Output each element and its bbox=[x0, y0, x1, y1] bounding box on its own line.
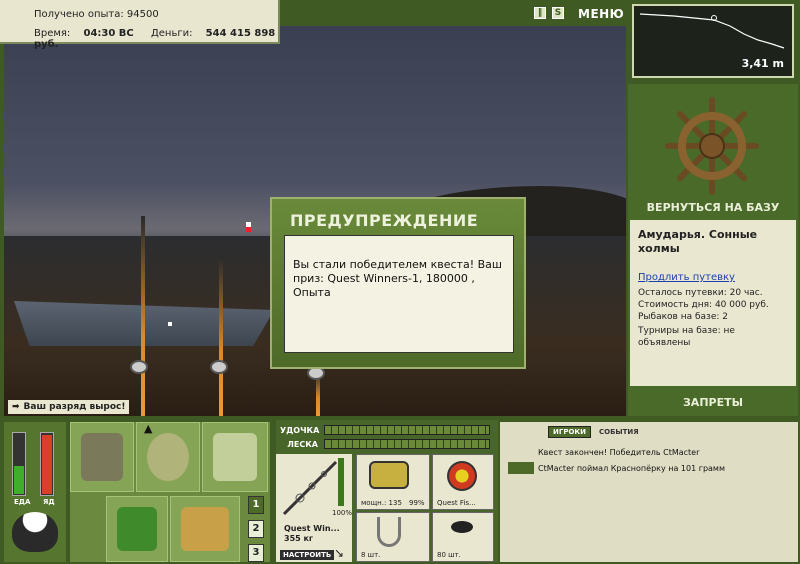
money-label: Деньги: bbox=[150, 28, 193, 39]
experience-row: Получено опыта: 94500 bbox=[34, 9, 159, 20]
experience-value: 94500 bbox=[126, 9, 159, 20]
food-meter-fill bbox=[14, 466, 24, 494]
tackle-panel: УДОЧКА ЛЕСКА 100% Quest Win... 355 кг НА… bbox=[276, 420, 498, 562]
food-basket-slot[interactable] bbox=[106, 496, 168, 562]
dialog-title: ПРЕДУПРЕЖДЕНИЕ bbox=[290, 211, 479, 230]
bait-slot[interactable]: 80 шт. bbox=[432, 512, 494, 562]
arrow-down-right-icon: ↘ bbox=[334, 546, 345, 560]
log-entry-1: Квест закончен! Победитель CtMacter bbox=[538, 448, 700, 457]
tab-players[interactable]: ИГРОКИ bbox=[548, 426, 591, 438]
log-entry-2: CtMacter поймал Краснопёрку на 101 грамм bbox=[538, 464, 725, 473]
reel-1[interactable] bbox=[130, 360, 148, 374]
cursor-arrow-icon: ▲ bbox=[144, 422, 153, 435]
base-name: Амударья. Сонные холмы bbox=[638, 228, 758, 255]
ant-bait-icon bbox=[451, 521, 473, 533]
rank-notice[interactable]: ➡ Ваш разряд вырос! bbox=[8, 400, 130, 414]
rod-icon bbox=[282, 460, 338, 516]
bottom-bar: ЕДА ЯД ▲ 1 2 3 УДОЧКА ЛЕСКА 100% Quest W… bbox=[0, 418, 800, 564]
rod-slot[interactable]: 100% Quest Win... 355 кг НАСТРОИТЬ ↘ bbox=[276, 454, 352, 562]
experience-label: Получено опыта: bbox=[34, 9, 124, 20]
rod-tension-bar bbox=[324, 425, 490, 435]
cauldron-icon[interactable] bbox=[12, 512, 58, 552]
reel-power: мощн.: 135 bbox=[361, 499, 402, 507]
top-controls: ‖ S bbox=[534, 7, 564, 19]
cursor-marker bbox=[168, 322, 172, 326]
base-info-box: Амударья. Сонные холмы Продлить путевку … bbox=[630, 220, 796, 386]
time-label: Время: bbox=[34, 28, 71, 39]
pass-remaining: Осталось путевки: 20 час. bbox=[638, 288, 763, 298]
bans-button[interactable]: ЗАПРЕТЫ bbox=[628, 396, 798, 409]
rod-tension-row: УДОЧКА bbox=[280, 424, 490, 436]
reel-slot[interactable]: мощн.: 135 99% bbox=[356, 454, 430, 510]
bucket-slot[interactable] bbox=[170, 496, 240, 562]
setup-button[interactable]: НАСТРОИТЬ bbox=[280, 550, 335, 560]
bait-count: 80 шт. bbox=[437, 551, 461, 559]
bucket-icon bbox=[181, 507, 229, 551]
pause-icon[interactable]: ‖ bbox=[534, 7, 546, 19]
tackle-box-icon bbox=[81, 433, 123, 481]
reel-icon bbox=[369, 461, 409, 489]
depth-value: 3,41 m bbox=[741, 57, 784, 70]
basket-icon bbox=[117, 507, 157, 551]
arrow-right-icon: ➡ bbox=[12, 402, 20, 412]
food-label: ЕДА bbox=[14, 498, 31, 506]
tournaments-info: Турниры на базе: не объявлены bbox=[638, 326, 735, 348]
tab-events[interactable]: СОБЫТИЯ bbox=[595, 427, 643, 437]
anglers-count: Рыбаков на базе: 2 bbox=[638, 312, 728, 322]
extend-pass-link[interactable]: Продлить путевку bbox=[638, 272, 788, 283]
reel-condition: 99% bbox=[409, 499, 425, 507]
base-panel: ВЕРНУТЬСЯ НА БАЗУ Амударья. Сонные холмы… bbox=[628, 84, 798, 416]
s-icon[interactable]: S bbox=[552, 7, 564, 19]
fishing-rod-1[interactable] bbox=[141, 216, 145, 416]
time-money-row: Время: 04:30 ВС Деньги: 544 415 898 руб. bbox=[34, 28, 278, 50]
hook-icon bbox=[377, 517, 401, 547]
dialog-message: Вы стали победителем квеста! Ваш приз: Q… bbox=[284, 235, 514, 353]
player-info-panel: Получено опыта: 94500 Время: 04:30 ВС Де… bbox=[0, 0, 280, 50]
notepad-icon bbox=[213, 433, 257, 481]
poison-label: ЯД bbox=[43, 498, 55, 506]
hook-count: 8 шт. bbox=[361, 551, 381, 559]
warning-dialog[interactable]: ПРЕДУПРЕЖДЕНИЕ Вы стали победителем квес… bbox=[270, 197, 526, 369]
notes-slot[interactable] bbox=[202, 422, 268, 492]
rod-condition-bar bbox=[338, 458, 344, 506]
poison-meter bbox=[40, 432, 54, 496]
line-tension-bar bbox=[324, 439, 490, 449]
inventory-page-2[interactable]: 2 bbox=[248, 520, 264, 538]
float-bobber bbox=[246, 222, 251, 232]
tackle-box-slot[interactable] bbox=[70, 422, 134, 492]
rod-name: Quest Win... bbox=[284, 524, 340, 533]
rank-message: Ваш разряд вырос! bbox=[23, 402, 126, 412]
poison-meter-fill bbox=[42, 435, 52, 494]
bag-icon bbox=[147, 433, 189, 481]
ship-wheel-icon[interactable] bbox=[664, 96, 760, 196]
depth-panel: 3,41 m bbox=[632, 4, 794, 78]
inventory-page-3[interactable]: 3 bbox=[248, 544, 264, 562]
time-value: 04:30 ВС bbox=[83, 28, 134, 39]
log-tabs: ИГРОКИ СОБЫТИЯ bbox=[548, 426, 643, 438]
line-label: ЛЕСКА bbox=[287, 439, 318, 449]
hook-slot[interactable]: 8 шт. bbox=[356, 512, 430, 562]
fish-icon bbox=[508, 462, 534, 474]
inventory-panel: ▲ bbox=[70, 422, 270, 562]
rod-label: УДОЧКА bbox=[280, 425, 320, 435]
inventory-page-1[interactable]: 1 bbox=[248, 496, 264, 514]
line-tension-row: ЛЕСКА bbox=[280, 438, 490, 450]
day-cost: Стоимость дня: 40 000 руб. bbox=[638, 300, 769, 310]
line-name: Quest Fis... bbox=[437, 499, 476, 507]
menu-button[interactable]: МЕНЮ bbox=[578, 7, 624, 21]
event-log-panel: ИГРОКИ СОБЫТИЯ Квест закончен! Победител… bbox=[500, 422, 798, 562]
line-spool-icon bbox=[447, 461, 477, 491]
return-to-base-button[interactable]: ВЕРНУТЬСЯ НА БАЗУ bbox=[628, 201, 798, 214]
line-slot[interactable]: Quest Fis... bbox=[432, 454, 494, 510]
fishing-rod-2[interactable] bbox=[219, 256, 223, 416]
status-meters: ЕДА ЯД bbox=[4, 422, 66, 562]
rod-weight: 355 кг bbox=[284, 534, 314, 543]
rod-condition: 100% bbox=[332, 509, 353, 517]
reel-2[interactable] bbox=[210, 360, 228, 374]
food-meter bbox=[12, 432, 26, 496]
